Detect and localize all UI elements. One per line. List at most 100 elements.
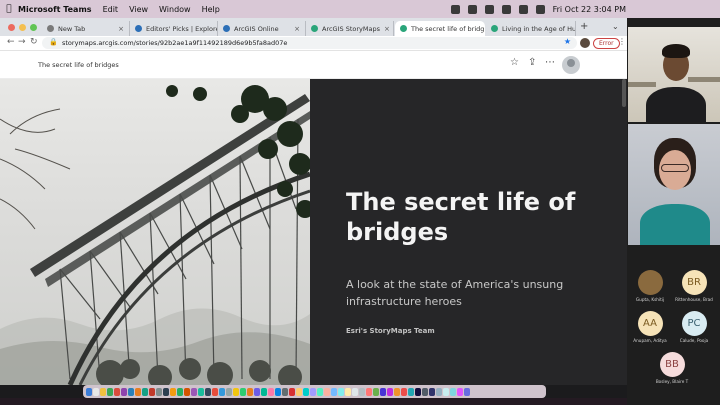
- dock-app-icon[interactable]: [163, 387, 169, 396]
- dock-app-icon[interactable]: [254, 387, 260, 396]
- dock-app-icon[interactable]: [226, 387, 232, 396]
- dock-app-icon[interactable]: [394, 387, 400, 396]
- tab-arcgis-online[interactable]: ArcGIS Online ×: [218, 21, 306, 36]
- search-icon[interactable]: [535, 4, 545, 14]
- wifi-icon[interactable]: [518, 4, 528, 14]
- video-tile-2[interactable]: [628, 124, 720, 245]
- dock-app-icon[interactable]: [156, 387, 162, 396]
- menu-clock[interactable]: Fri Oct 22 3:04 PM: [553, 5, 626, 14]
- dock-app-icon[interactable]: [429, 387, 435, 396]
- dock-app-icon[interactable]: [128, 387, 134, 396]
- user-avatar[interactable]: [562, 56, 580, 74]
- dock-app-icon[interactable]: [310, 387, 316, 396]
- dock-app-icon[interactable]: [415, 387, 421, 396]
- tab-living-age-hurricanes[interactable]: Living in the Age of Hur ×: [486, 21, 576, 36]
- dock-app-icon[interactable]: [100, 387, 106, 396]
- forward-arrow-icon[interactable]: →: [18, 37, 26, 47]
- tab-arcgis-storymaps[interactable]: ArcGIS StoryMaps ×: [306, 21, 394, 36]
- dock-app-icon[interactable]: [149, 387, 155, 396]
- dock-app-icon[interactable]: [296, 387, 302, 396]
- dock-app-icon[interactable]: [247, 387, 253, 396]
- dock-app-icon[interactable]: [387, 387, 393, 396]
- dock-app-icon[interactable]: [289, 387, 295, 396]
- dock-app-icon[interactable]: [380, 387, 386, 396]
- dock-app-icon[interactable]: [121, 387, 127, 396]
- dock-app-icon[interactable]: [331, 387, 337, 396]
- new-tab-button[interactable]: +: [580, 21, 588, 32]
- more-options-icon[interactable]: ⋯: [545, 57, 555, 68]
- dock-app-icon[interactable]: [219, 387, 225, 396]
- dock-app-icon[interactable]: [303, 387, 309, 396]
- dock-app-icon[interactable]: [275, 387, 281, 396]
- dock-app-icon[interactable]: [114, 387, 120, 396]
- dock-app-icon[interactable]: [93, 387, 99, 396]
- dock-app-icon[interactable]: [352, 387, 358, 396]
- dock-app-icon[interactable]: [408, 387, 414, 396]
- status-icon[interactable]: [467, 4, 477, 14]
- tab-new-tab[interactable]: New Tab ×: [42, 21, 130, 36]
- dock-app-icon[interactable]: [107, 387, 113, 396]
- lock-icon[interactable]: 🔒: [49, 38, 58, 46]
- favorite-star-icon[interactable]: ☆: [510, 57, 519, 68]
- close-tab-icon[interactable]: ×: [290, 25, 300, 33]
- error-button[interactable]: Error: [593, 38, 620, 49]
- dock-app-icon[interactable]: [198, 387, 204, 396]
- dock-app-icon[interactable]: [359, 387, 365, 396]
- dock-app-icon[interactable]: [366, 387, 372, 396]
- menu-view[interactable]: View: [129, 5, 148, 14]
- profile-avatar[interactable]: [580, 38, 590, 48]
- close-tab-icon[interactable]: ×: [484, 25, 485, 33]
- zoom-window-button[interactable]: [30, 24, 37, 31]
- dock-app-icon[interactable]: [345, 387, 351, 396]
- story-header-title[interactable]: The secret life of bridges: [38, 61, 119, 69]
- dock-app-icon[interactable]: [268, 387, 274, 396]
- video-tile-1[interactable]: [628, 27, 720, 122]
- dock-app-icon[interactable]: [212, 387, 218, 396]
- close-window-button[interactable]: [8, 24, 15, 31]
- menu-help[interactable]: Help: [202, 5, 220, 14]
- dock-app-icon[interactable]: [436, 387, 442, 396]
- dock-app-icon[interactable]: [86, 387, 92, 396]
- dock-app-icon[interactable]: [464, 387, 470, 396]
- reload-icon[interactable]: ↻: [30, 37, 38, 47]
- dock-app-icon[interactable]: [450, 387, 456, 396]
- dock-app-icon[interactable]: [205, 387, 211, 396]
- dock-app-icon[interactable]: [324, 387, 330, 396]
- apple-icon[interactable]: : [0, 4, 18, 14]
- dock-app-icon[interactable]: [261, 387, 267, 396]
- dock-app-icon[interactable]: [135, 387, 141, 396]
- tab-editors-picks[interactable]: Editors' Picks | Explore ×: [130, 21, 218, 36]
- menu-edit[interactable]: Edit: [103, 5, 119, 14]
- dock-app-icon[interactable]: [422, 387, 428, 396]
- participant-tile[interactable]: AA Anupam, Aditya: [628, 311, 672, 343]
- status-icon[interactable]: [501, 4, 511, 14]
- dock-app-icon[interactable]: [170, 387, 176, 396]
- dock-app-icon[interactable]: [338, 387, 344, 396]
- back-arrow-icon[interactable]: ←: [7, 37, 15, 47]
- dock-app-icon[interactable]: [401, 387, 407, 396]
- close-tab-icon[interactable]: ×: [380, 25, 390, 33]
- dock-app-icon[interactable]: [177, 387, 183, 396]
- tab-secret-life-of-bridges[interactable]: The secret life of bridg ×: [395, 21, 485, 36]
- dock-app-icon[interactable]: [240, 387, 246, 396]
- tab-search-icon[interactable]: ⌄: [612, 22, 619, 31]
- browser-menu-icon[interactable]: ⋮: [618, 37, 626, 46]
- menu-app-name[interactable]: Microsoft Teams: [18, 5, 92, 14]
- dock-app-icon[interactable]: [191, 387, 197, 396]
- url-text[interactable]: storymaps.arcgis.com/stories/92b2ae1a9f1…: [62, 39, 287, 47]
- bookmark-star-icon[interactable]: ★: [564, 37, 571, 46]
- participant-tile[interactable]: BR Rittenhouse, Brad: [672, 270, 716, 302]
- dock-app-icon[interactable]: [457, 387, 463, 396]
- address-bar[interactable]: 🔒 storymaps.arcgis.com/stories/92b2ae1a9…: [42, 37, 577, 49]
- status-icon[interactable]: [484, 4, 494, 14]
- participant-tile[interactable]: PC Calude, Pooja: [672, 311, 716, 343]
- dock-app-icon[interactable]: [142, 387, 148, 396]
- status-icon[interactable]: [450, 4, 460, 14]
- menu-window[interactable]: Window: [159, 5, 191, 14]
- dock-app-icon[interactable]: [373, 387, 379, 396]
- close-tab-icon[interactable]: ×: [114, 25, 124, 33]
- dock-app-icon[interactable]: [233, 387, 239, 396]
- participant-tile[interactable]: BB Bosley, Blaire T: [650, 352, 694, 384]
- share-icon[interactable]: ⇪: [528, 57, 536, 68]
- dock-app-icon[interactable]: [184, 387, 190, 396]
